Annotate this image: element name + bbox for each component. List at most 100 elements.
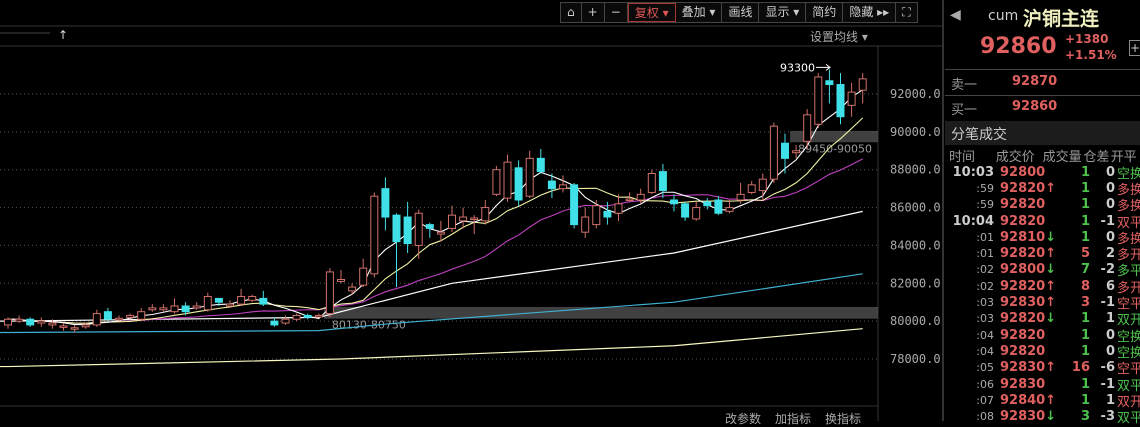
tick-volume: 1 [1080,197,1090,213]
candle-down [547,180,556,190]
candle-up [769,125,778,180]
candle-up [15,318,24,322]
tick-time: :03 [976,312,994,326]
tick-volume: 3 [1080,409,1090,425]
candle-down [836,84,845,118]
contract-name: 沪铜主连 [1023,8,1100,30]
edit-params-link[interactable]: 改参数 [725,410,761,427]
arrow-down-icon: ↓ [1045,262,1057,278]
tick-row: :03 92830↑ 3 -1 空平 [945,294,1140,312]
display-button[interactable]: 显示 ▾ [759,3,807,22]
tick-price-cell: 92820 [1000,214,1060,229]
candle-up [126,314,135,318]
tick-oi-change: 0 [1105,164,1115,180]
tick-row: :04 92820 1 0 空换 [945,327,1140,345]
tick-price: 92830 [1000,376,1046,392]
back-icon[interactable]: ◀ [950,7,961,23]
candle-up [559,184,567,190]
tick-volume: 1 [1080,213,1090,229]
tick-price: 92830 [1000,360,1046,376]
tick-row: :03 92820↓ 1 1 双开 [945,311,1140,328]
tick-volume: 1 [1080,311,1090,327]
tick-price: 92820 [1000,197,1046,213]
ma_long3-line [0,328,863,368]
candle-up [4,318,12,326]
tick-volume: 1 [1080,180,1090,196]
tick-oi-change: 0 [1105,229,1115,245]
candle-down [425,224,434,229]
add-indicator-link[interactable]: 加指标 [775,410,811,427]
candle-down [825,80,834,86]
tick-row: 10:04 92820 1 -1 双平 [945,213,1140,231]
header-volume: 成交量 [1042,149,1082,165]
candle-up [525,157,534,197]
switch-indicator-link[interactable]: 换指标 [825,410,861,427]
zoom-out-button[interactable]: − [605,3,628,22]
tick-time: :03 [976,296,994,310]
adjust-rights-button[interactable]: 复权 ▾ [627,3,676,22]
lock-icon[interactable]: ⌂ [561,3,582,22]
y-tick-label: 80000.0 [890,314,941,328]
tick-price: 92830 [1000,409,1046,425]
ask-price: 92870 [1012,74,1058,89]
zoom-in-button[interactable]: + [582,3,605,22]
tick-row: :08 92830↓ 3 -3 双平 [945,408,1140,426]
candle-up [170,305,179,313]
hide-button[interactable]: 隐藏 ▸▸ [843,3,897,22]
y-tick-label: 88000.0 [890,163,941,177]
draw-line-button[interactable]: 画线 [722,3,760,22]
candle-down [703,201,712,207]
candle-down [392,214,401,243]
candle-up [636,193,645,201]
ticks-title[interactable]: 分笔成交 [945,121,1140,145]
y-tick-label: 84000.0 [890,238,941,252]
ma_long2-line [0,273,863,334]
ma-settings-button[interactable]: 设置均线 ▾ [810,28,868,45]
overlay-button[interactable]: 叠加 ▾ [676,3,723,22]
header-price: 成交价 [995,149,1035,165]
ma10-line [8,117,864,324]
candle-up [115,317,123,321]
candle-up [292,314,301,320]
simplify-button[interactable]: 简约 [806,3,844,22]
candle-up [137,311,146,320]
tick-time: :01 [976,247,994,261]
tick-price: 92820 [1000,180,1046,196]
tick-time: 10:04 [952,213,994,229]
fullscreen-icon[interactable]: ⛶ [896,3,916,22]
candle-down [181,305,190,313]
y-tick-label: 82000.0 [890,276,941,290]
candle-down [714,199,723,214]
tick-time: :01 [976,230,994,244]
tick-row: :01 92810↓ 1 0 多换 [945,229,1140,247]
arrow-down-icon: ↓ [1045,409,1057,425]
tick-price-cell: 92820↑ [1000,181,1060,196]
candle-up [581,216,590,233]
tick-price: 92840 [1000,392,1046,408]
candle-up [203,296,212,311]
candle-up [48,322,57,326]
candle-up [436,231,445,235]
tick-oi-change: 6 [1105,278,1115,294]
candle-up [337,279,345,282]
candlestick-chart[interactable]: 92000.0 90000.0 88000.0 86000.0 84000.0 82000… [0,0,942,421]
candle-down [670,199,678,205]
tick-time: :59 [976,198,994,212]
tick-time: :07 [976,393,994,407]
candle-up [503,161,512,199]
ticks-table: 时间 成交价 成交量 仓差 开平 10:03 92800 1 0 空换:59 92820↑… [945,146,1140,427]
candle-up [81,324,90,328]
arrow-down-icon: ↓ [1045,229,1057,245]
tick-price: 92810 [1000,229,1046,245]
arrow-up-icon: ↑ [1045,360,1057,376]
tick-volume: 1 [1080,376,1090,392]
candle-down [103,311,112,320]
candle-up [792,150,801,154]
add-watchlist-button[interactable]: + [1129,40,1140,56]
candle-up [359,267,368,286]
candle-up [281,318,290,324]
panel-divider[interactable] [942,0,944,421]
tick-price-cell: 92830↑ [1000,360,1060,375]
tick-price: 92800 [1000,164,1046,180]
tick-row: :04 92820 1 0 空换 [945,343,1140,361]
